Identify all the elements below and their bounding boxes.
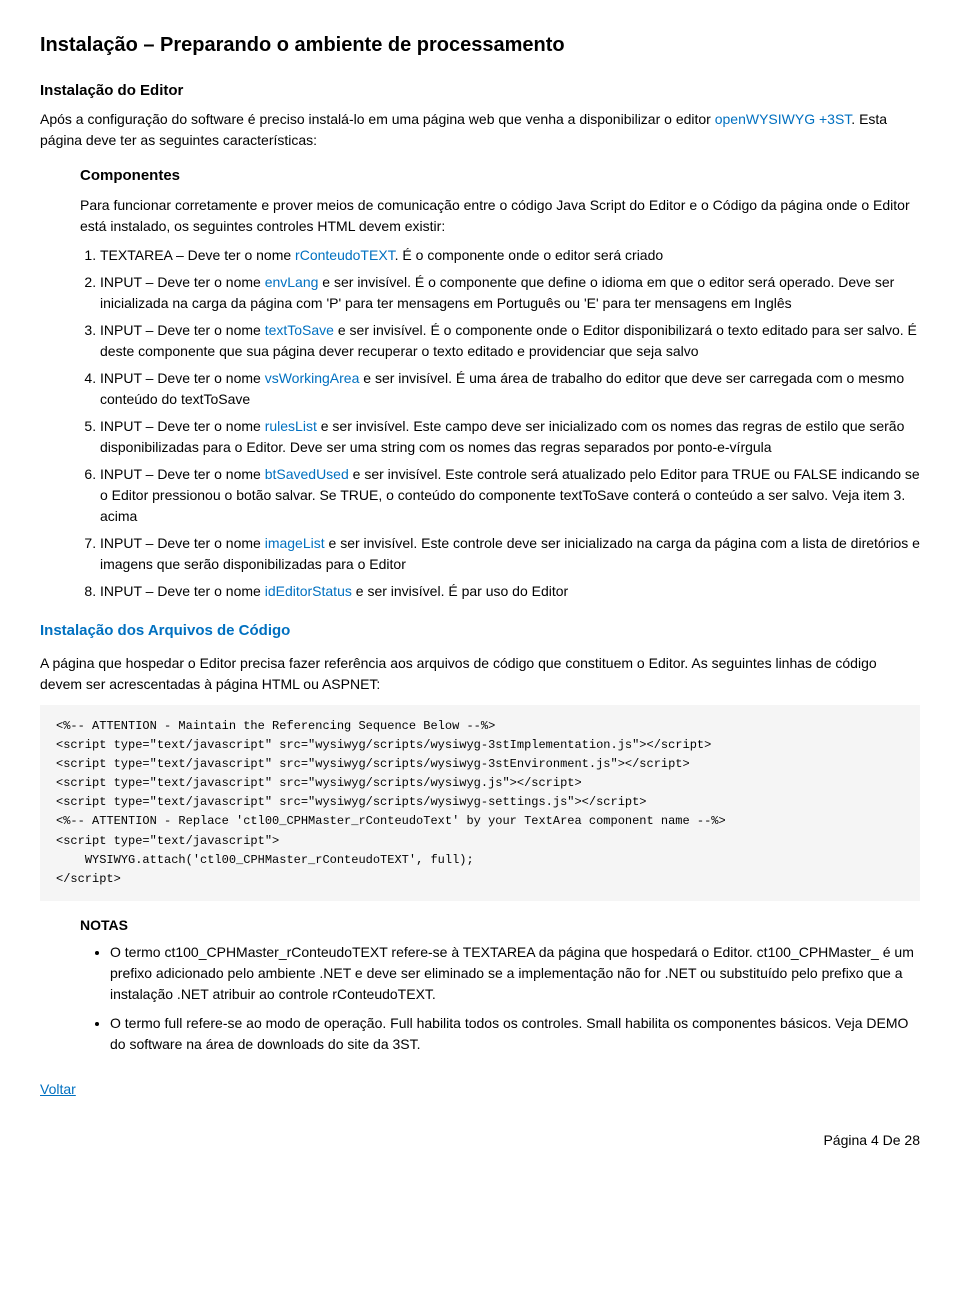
item4-prefix: INPUT – Deve ter o nome — [100, 370, 265, 386]
item1-suffix: . É o componente onde o editor será cria… — [395, 247, 664, 263]
section2-title: Instalação dos Arquivos de Código — [40, 620, 920, 643]
note-item: O termo full refere-se ao modo de operaç… — [110, 1013, 920, 1055]
notes-title: NOTAS — [80, 915, 920, 936]
code-content: <%-- ATTENTION - Maintain the Referencin… — [56, 719, 726, 887]
list-item: INPUT – Deve ter o nome rulesList e ser … — [100, 416, 920, 458]
item1-prefix: TEXTAREA – Deve ter o nome — [100, 247, 295, 263]
list-item: INPUT – Deve ter o nome vsWorkingArea e … — [100, 368, 920, 410]
item7-prefix: INPUT – Deve ter o nome — [100, 535, 265, 551]
note-item: O termo ct100_CPHMaster_rConteudoTEXT re… — [110, 942, 920, 1005]
list-item: TEXTAREA – Deve ter o nome rConteudoTEXT… — [100, 245, 920, 266]
list-item: INPUT – Deve ter o nome envLang e ser in… — [100, 272, 920, 314]
editor-link[interactable]: openWYSIWYG +3ST — [715, 111, 852, 127]
list-item: INPUT – Deve ter o nome textToSave e ser… — [100, 320, 920, 362]
code-block: <%-- ATTENTION - Maintain the Referencin… — [40, 705, 920, 902]
item8-prefix: INPUT – Deve ter o nome — [100, 583, 265, 599]
item6-link: btSavedUsed — [265, 466, 349, 482]
back-link[interactable]: Voltar — [40, 1079, 920, 1100]
item4-link: vsWorkingArea — [265, 370, 360, 386]
intro-text-before: Após a configuração do software é precis… — [40, 111, 715, 127]
components-heading: Componentes — [80, 165, 920, 188]
item8-link: idEditorStatus — [265, 583, 352, 599]
item2-prefix: INPUT – Deve ter o nome — [100, 274, 265, 290]
section2-intro: A página que hospedar o Editor precisa f… — [40, 653, 920, 695]
item2-link: envLang — [265, 274, 319, 290]
list-item: INPUT – Deve ter o nome btSavedUsed e se… — [100, 464, 920, 527]
section1-heading: Instalação do Editor — [40, 80, 920, 103]
components-intro: Para funcionar corretamente e prover mei… — [80, 195, 920, 237]
item3-prefix: INPUT – Deve ter o nome — [100, 322, 265, 338]
list-item: INPUT – Deve ter o nome imageList e ser … — [100, 533, 920, 575]
notes-list: O termo ct100_CPHMaster_rConteudoTEXT re… — [110, 942, 920, 1055]
list-item: INPUT – Deve ter o nome idEditorStatus e… — [100, 581, 920, 602]
page-footer: Página 4 De 28 — [40, 1130, 920, 1151]
intro-paragraph: Após a configuração do software é precis… — [40, 109, 920, 151]
item5-link: rulesList — [265, 418, 317, 434]
page-title: Instalação – Preparando o ambiente de pr… — [40, 30, 920, 60]
item6-prefix: INPUT – Deve ter o nome — [100, 466, 265, 482]
item3-link: textToSave — [265, 322, 334, 338]
item5-prefix: INPUT – Deve ter o nome — [100, 418, 265, 434]
item7-link: imageList — [265, 535, 325, 551]
notes-section: NOTAS O termo ct100_CPHMaster_rConteudoT… — [80, 915, 920, 1055]
components-list: TEXTAREA – Deve ter o nome rConteudoTEXT… — [100, 245, 920, 602]
item8-suffix: e ser invisível. É par uso do Editor — [352, 583, 568, 599]
item1-link: rConteudoTEXT — [295, 247, 395, 263]
